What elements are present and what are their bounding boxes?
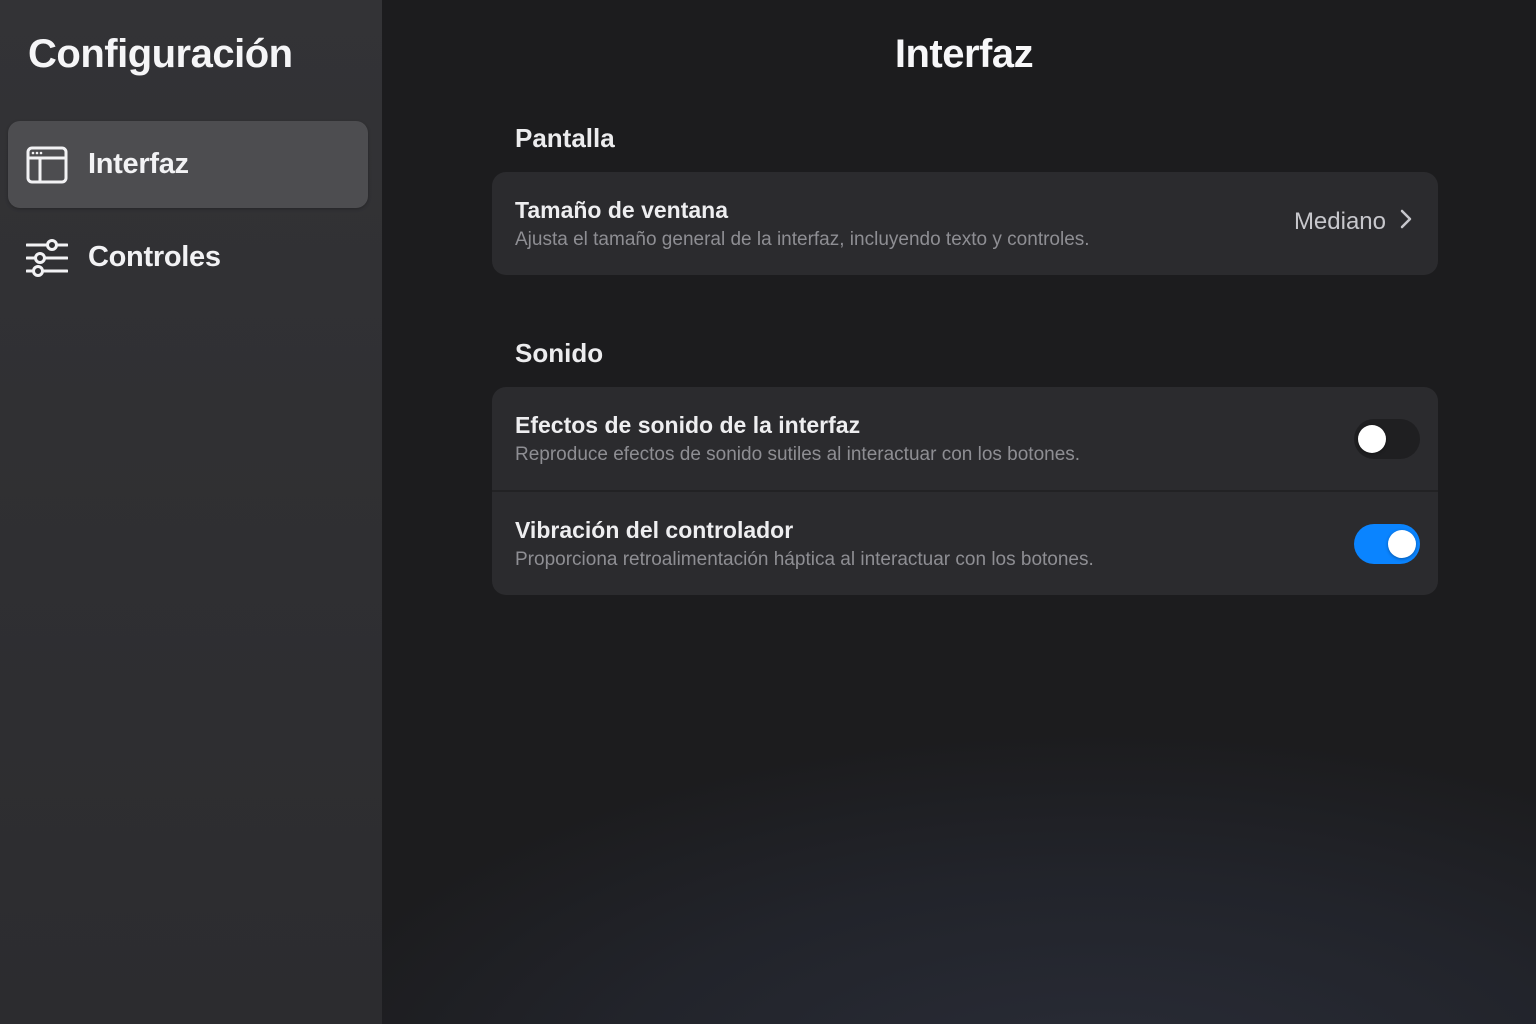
controller-vibration-row: Vibración del controlador Proporciona re… [492,490,1438,595]
main-panel: Interfaz Pantalla Tamaño de ventana Ajus… [382,0,1536,1024]
window-layout-icon [26,144,68,186]
toggle-knob [1358,425,1386,453]
chevron-right-icon [1400,208,1412,236]
sidebar: Configuración Interfaz Controles [0,0,382,1024]
settings-card-pantalla: Tamaño de ventana Ajusta el tamaño gener… [492,172,1438,275]
controller-vibration-toggle[interactable] [1354,524,1420,564]
row-subtitle: Ajusta el tamaño general de la interfaz,… [515,229,1090,250]
window-size-value[interactable]: Mediano [1294,208,1412,236]
sidebar-item-label: Interfaz [88,148,189,180]
ui-sound-effects-row: Efectos de sonido de la interfaz Reprodu… [492,387,1438,490]
settings-app: Configuración Interfaz Controles Interfa… [0,0,1536,1024]
row-title: Efectos de sonido de la interfaz [515,412,861,438]
row-subtitle: Proporciona retroalimentación háptica al… [515,549,1094,570]
section-header-pantalla: Pantalla [515,123,615,153]
sidebar-item-label: Controles [88,241,221,273]
row-title: Vibración del controlador [515,517,794,543]
row-title: Tamaño de ventana [515,197,729,223]
window-size-row[interactable]: Tamaño de ventana Ajusta el tamaño gener… [492,172,1438,275]
sidebar-item-interfaz[interactable]: Interfaz [8,121,368,208]
sidebar-item-controles[interactable]: Controles [8,214,368,301]
sidebar-nav: Interfaz Controles [8,121,368,301]
settings-content: Pantalla Tamaño de ventana Ajusta el tam… [492,120,1438,655]
settings-card-sonido: Efectos de sonido de la interfaz Reprodu… [492,387,1438,595]
window-size-value-text: Mediano [1293,208,1386,235]
sliders-icon [26,237,68,279]
row-subtitle: Reproduce efectos de sonido sutiles al i… [515,444,1081,465]
toggle-knob [1388,530,1416,558]
page-title: Interfaz [894,32,1034,76]
ui-sound-effects-toggle[interactable] [1354,419,1420,459]
sidebar-title: Configuración [28,32,293,76]
section-header-sonido: Sonido [515,338,604,368]
